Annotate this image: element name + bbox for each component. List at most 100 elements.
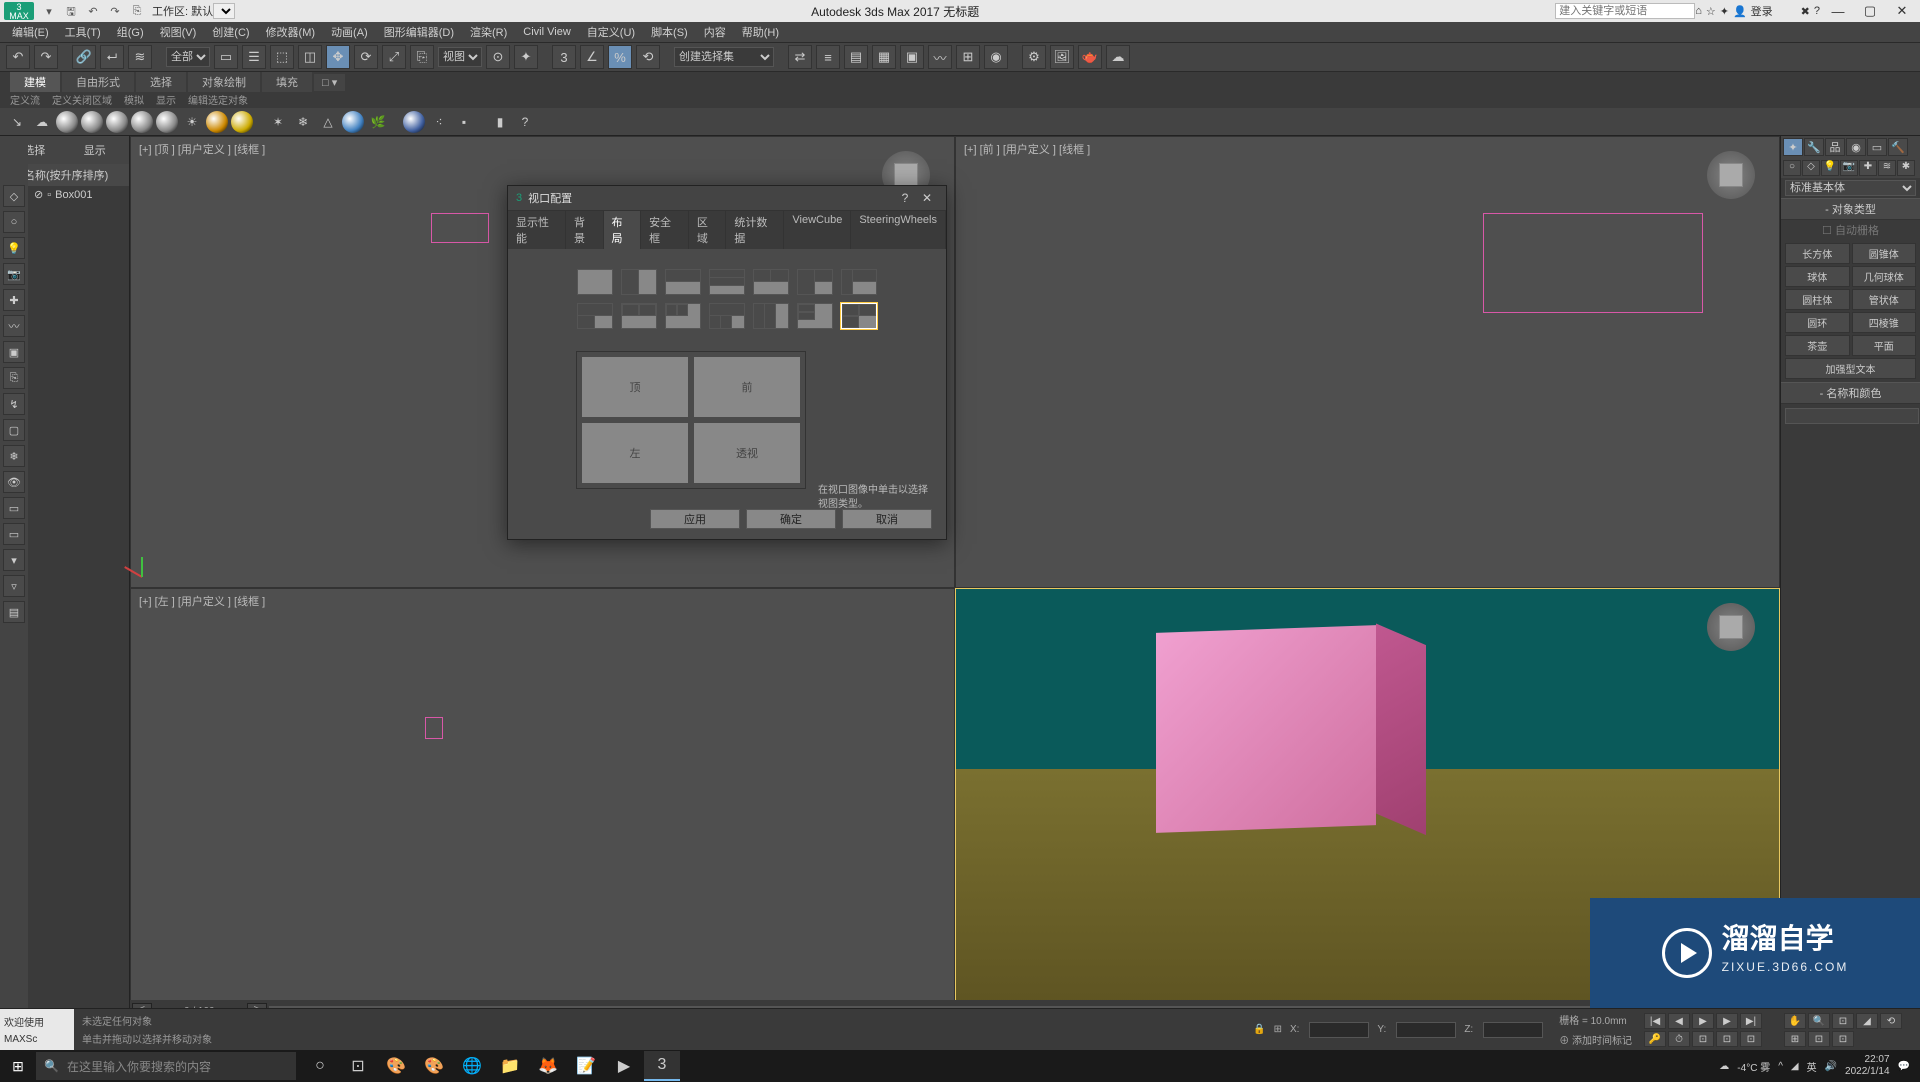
ob-helper-icon[interactable]: △ [317,111,339,133]
ribbon-tab-freeform[interactable]: 自由形式 [62,72,134,92]
menu-render[interactable]: 渲染(R) [464,22,513,42]
ob-yellow-icon[interactable] [231,111,253,133]
ribbon-tab-modeling[interactable]: 建模 [10,72,60,92]
layout-option[interactable] [665,269,701,295]
bind-icon[interactable]: ≋ [128,45,152,69]
named-selection-set[interactable]: 创建选择集 [674,47,774,67]
dialog-tab[interactable]: SteeringWheels [851,210,946,249]
ob-orange-icon[interactable] [206,111,228,133]
se-filter-group-icon[interactable]: ▣ [3,341,25,363]
layout-option[interactable] [753,269,789,295]
menu-tools[interactable]: 工具(T) [59,22,107,42]
layout-option-selected[interactable] [841,303,877,329]
window-crossing-icon[interactable]: ◫ [298,45,322,69]
exchange-icon[interactable]: ✦ [1720,5,1729,18]
ribbon-tab-populate[interactable]: 填充 [262,72,312,92]
goto-end-icon[interactable]: ▶| [1740,1013,1762,1029]
fov-icon[interactable]: ◢ [1856,1013,1878,1029]
ok-button[interactable]: 确定 [746,509,836,529]
cortana-icon[interactable]: ⊡ [340,1051,376,1081]
hierarchy-tab-icon[interactable]: 品 [1825,138,1845,156]
time-config-icon[interactable]: ⏱ [1668,1031,1690,1047]
preview-persp[interactable]: 透视 [694,423,800,483]
nav-icon[interactable]: ⊡ [1808,1031,1830,1047]
create-cone-button[interactable]: 圆锥体 [1852,243,1917,264]
viewport-label[interactable]: [+] [顶 ] [用户定义 ] [线框 ] [139,141,265,157]
firefox-icon[interactable]: 🦊 [530,1051,566,1081]
layout-option[interactable] [577,269,613,295]
percent-snap-icon[interactable]: % [608,45,632,69]
geom-icon[interactable]: ○ [1783,160,1801,176]
ob-arrow-icon[interactable]: ↘ [6,111,28,133]
ob-sphere-icon[interactable] [403,111,425,133]
create-teapot-button[interactable]: 茶壶 [1785,335,1850,356]
spinner-snap-icon[interactable]: ⟲ [636,45,660,69]
preview-front[interactable]: 前 [694,357,800,417]
login-link[interactable]: 登录 [1751,3,1773,19]
qat-new-icon[interactable]: ▾ [40,3,58,19]
preview-top[interactable]: 顶 [582,357,688,417]
viewcube-icon[interactable] [1707,151,1755,199]
tray-chevron-icon[interactable]: ^ [1778,1061,1783,1072]
help-icon[interactable]: ? [1814,5,1820,17]
material-editor-icon[interactable]: ◉ [984,45,1008,69]
nav-icon[interactable]: ⊡ [1716,1031,1738,1047]
se-filter-warp-icon[interactable]: 〰 [3,315,25,337]
app-icon[interactable]: 🎨 [378,1051,414,1081]
lock-icon[interactable]: 🔒 [1253,1024,1265,1035]
se-icon[interactable]: ▿ [3,575,25,597]
coord-icon[interactable]: ⊞ [1274,1024,1282,1035]
ob-sphere-icon[interactable] [156,111,178,133]
create-sphere-button[interactable]: 球体 [1785,266,1850,287]
dialog-tab[interactable]: 显示性能 [508,210,566,249]
explorer-icon[interactable]: 📁 [492,1051,528,1081]
ribbon-tab-selection[interactable]: 选择 [136,72,186,92]
align-icon[interactable]: ≡ [816,45,840,69]
weather-text[interactable]: -4°C 雾 [1737,1059,1770,1074]
workspace-dropdown[interactable] [213,3,235,19]
se-icon[interactable]: ▭ [3,497,25,519]
taskview-icon[interactable]: ○ [302,1051,338,1081]
create-box-button[interactable]: 长方体 [1785,243,1850,264]
viewport-label[interactable]: [+] [前 ] [用户定义 ] [线框 ] [964,141,1090,157]
ime-indicator[interactable]: 英 [1807,1059,1817,1074]
ribbon-toggle-icon[interactable]: □ ▾ [314,74,345,91]
menu-group[interactable]: 组(G) [111,22,150,42]
pan-icon[interactable]: ✋ [1784,1013,1806,1029]
menu-help[interactable]: 帮助(H) [736,22,785,42]
visibility-icon[interactable]: ⊘ [34,188,43,201]
object-box[interactable] [431,213,489,243]
weather-icon[interactable]: ☁ [1719,1061,1729,1072]
manipulate-icon[interactable]: ✦ [514,45,538,69]
viewcube-icon[interactable] [1707,603,1755,651]
utility-tab-icon[interactable]: 🔨 [1888,138,1908,156]
create-tab-icon[interactable]: ✦ [1783,138,1803,156]
help-search-input[interactable] [1555,3,1695,19]
se-filter-hidden-icon[interactable]: 👁 [3,471,25,493]
object-box[interactable] [425,717,443,739]
mirror-icon[interactable]: ⇄ [788,45,812,69]
start-button[interactable]: ⊞ [0,1050,36,1082]
select-name-icon[interactable]: ☰ [242,45,266,69]
preview-left[interactable]: 左 [582,423,688,483]
taskbar-search[interactable]: 🔍 在这里输入你要搜索的内容 [36,1052,296,1080]
create-cylinder-button[interactable]: 圆柱体 [1785,289,1850,310]
light-icon[interactable]: 💡 [1821,160,1839,176]
zoom-icon[interactable]: 🔍 [1808,1013,1830,1029]
zoom-extents-icon[interactable]: ⊡ [1832,1013,1854,1029]
se-filter-geom-icon[interactable]: ◇ [3,185,25,207]
create-geosphere-button[interactable]: 几何球体 [1852,266,1917,287]
ob-sphere-icon[interactable] [131,111,153,133]
se-filter-shape-icon[interactable]: ○ [3,211,25,233]
layout-option[interactable] [621,269,657,295]
autogrid-check[interactable]: ☐ 自动栅格 [1781,220,1920,240]
snap-toggle-icon[interactable]: 3 [552,45,576,69]
object-box[interactable] [1483,213,1703,313]
menu-view[interactable]: 视图(V) [154,22,203,42]
clock[interactable]: 22:07 2022/1/14 [1845,1054,1890,1078]
select-region-icon[interactable]: ⬚ [270,45,294,69]
nav-icon[interactable]: ⊡ [1692,1031,1714,1047]
edge-icon[interactable]: 🌐 [454,1051,490,1081]
ref-coord-dropdown[interactable]: 视图 [438,47,482,67]
se-tab-display[interactable]: 显示 [76,140,114,160]
